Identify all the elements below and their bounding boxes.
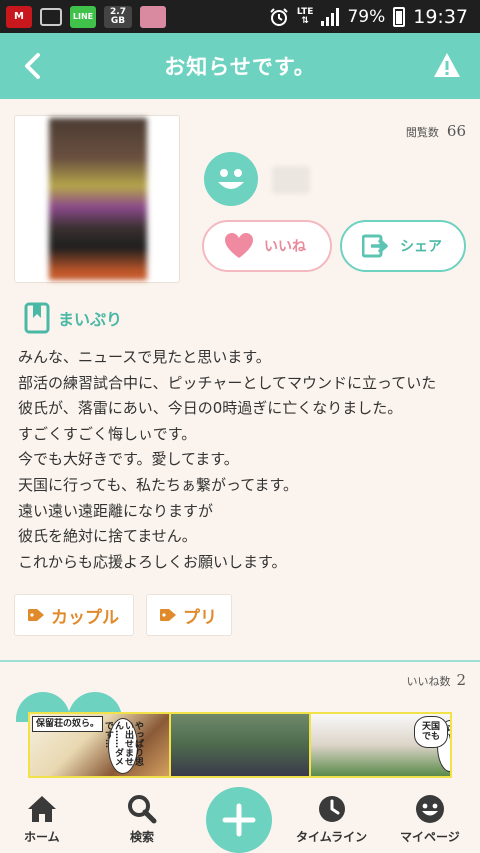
line-app-icon: LINE (70, 5, 96, 28)
banner-panel (170, 714, 310, 776)
share-icon (362, 234, 388, 258)
tag-label: カップル (51, 607, 119, 628)
signal-icon (321, 7, 340, 26)
post-body-line: 彼氏が、落雷にあい、今日の0時過ぎに亡くなりました。 (18, 399, 403, 418)
views-label: 閲覧数 (405, 126, 439, 139)
post-body-line: 天国に行っても、私たちぁ繋がってます。 (18, 475, 299, 494)
banner-panel: 絶望的でもない 天国でも (311, 714, 451, 776)
app-header: お知らせです。 (0, 33, 480, 99)
nav-label: 検索 (129, 830, 154, 844)
home-icon (27, 796, 56, 822)
smiley-face-icon (415, 795, 444, 823)
post-body-line: 彼氏を絶対に捨てません。 (18, 527, 197, 546)
author-name-blurred[interactable] (272, 166, 310, 194)
tag-label: プリ (183, 607, 217, 628)
section-divider (0, 660, 480, 662)
post-body-line: みんな、ニュースで見たと思います。 (18, 348, 271, 366)
alarm-icon (270, 7, 288, 26)
tag-icon (160, 609, 176, 621)
speech-bubble: 天国でも (414, 716, 449, 748)
share-button[interactable]: シェア (340, 220, 466, 272)
views-number: 66 (446, 122, 466, 140)
page-title: お知らせです。 (164, 55, 316, 79)
like-button[interactable]: いいね (202, 220, 332, 272)
post-image-frame[interactable] (14, 115, 180, 283)
status-bar: M LINE 2.7 GB LTE ⇅ 79% 19:37 (0, 0, 480, 33)
battery-percent: 79% (347, 6, 386, 27)
category-link[interactable]: まいぷり (24, 302, 122, 334)
likes-number: 2 (456, 671, 466, 689)
speech-bubble: やっぱり思い出せません……ダメです… (103, 718, 143, 774)
manga-banner-ad[interactable]: 保留荘の奴ら。 やっぱり思い出せません……ダメです… 絶望的でもない 天国でも (28, 712, 452, 778)
nav-search[interactable]: 検索 (126, 794, 158, 845)
app-notification-icon (140, 5, 166, 28)
view-count: 閲覧数 66 (406, 122, 466, 140)
post-body-line: 部活の練習試合中に、ピッチャーとしてマウンドに立っていた (18, 373, 437, 392)
tag-icon (28, 609, 44, 621)
clock-icon (318, 796, 345, 822)
battery-icon (393, 6, 406, 27)
nav-label: ホーム (24, 830, 60, 844)
post-body-line: 遠い遠い遠距離になりますが (18, 501, 214, 520)
post-image[interactable] (49, 118, 147, 280)
like-count: いいね数 2 (406, 671, 466, 689)
book-icon (24, 302, 50, 334)
nav-home[interactable]: ホーム (24, 794, 60, 845)
heart-icon (225, 233, 253, 258)
storage-unit: GB (110, 15, 126, 26)
plus-icon (222, 803, 256, 837)
post-body: みんな、ニュースで見たと思います。 部活の練習試合中に、ピッチャーとしてマウンド… (18, 345, 468, 575)
category-label: まいぷり (58, 310, 123, 329)
clock: 19:37 (413, 5, 468, 28)
share-label: シェア (400, 239, 442, 255)
add-post-button[interactable] (206, 787, 272, 853)
tag-puri[interactable]: プリ (146, 594, 232, 636)
mcafee-icon: M (6, 5, 32, 28)
nav-label: マイページ (400, 830, 460, 844)
post-body-line: これからも応援よろしくお願いします。 (18, 552, 287, 571)
search-icon (128, 795, 157, 824)
warning-icon[interactable] (432, 51, 462, 79)
banner-panel: 保留荘の奴ら。 やっぱり思い出せません……ダメです… (30, 714, 169, 776)
smiley-face-icon (218, 169, 244, 189)
nav-mypage[interactable]: マイページ (400, 794, 460, 845)
gallery-icon (40, 7, 62, 26)
storage-indicator: 2.7 GB (104, 5, 132, 28)
tag-couple[interactable]: カップル (14, 594, 134, 636)
likes-label: いいね数 (406, 675, 451, 688)
author-avatar[interactable] (204, 152, 258, 206)
chevron-left-icon[interactable] (18, 49, 50, 83)
post-body-line: すごくすごく悔しぃです。 (18, 424, 197, 443)
nav-timeline[interactable]: タイムライン (296, 794, 367, 845)
like-label: いいね (264, 239, 306, 255)
network-type: LTE ⇅ (296, 6, 314, 26)
post-body-line: 今でも大好きです。愛してます。 (18, 450, 239, 469)
banner-caption: 保留荘の奴ら。 (32, 716, 104, 732)
tag-list: カップル プリ (14, 594, 232, 636)
nav-label: タイムライン (296, 830, 368, 844)
